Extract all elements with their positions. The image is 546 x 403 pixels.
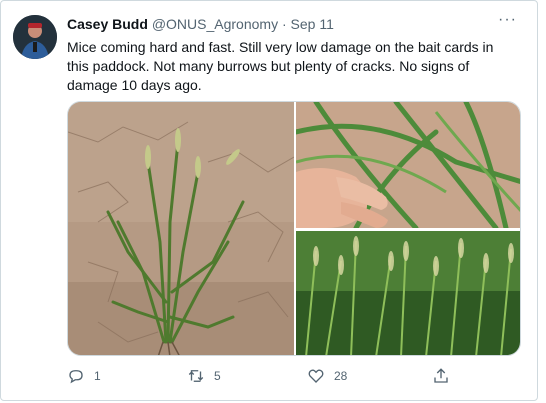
reply-count: 1 [94, 369, 101, 383]
photo-wheat-plant[interactable] [68, 102, 294, 355]
photo-hand-stem[interactable] [296, 102, 520, 228]
tweet-header: Casey Budd @ONUS_Agronomy · Sep 11 [67, 16, 334, 32]
reply-button[interactable]: 1 [67, 367, 101, 385]
author-handle[interactable]: @ONUS_Agronomy [152, 16, 278, 32]
more-icon[interactable]: ··· [498, 11, 517, 29]
heart-icon [307, 367, 325, 385]
like-button[interactable]: 28 [307, 367, 347, 385]
tweet-media[interactable] [67, 101, 521, 356]
retweet-button[interactable]: 5 [187, 367, 221, 385]
separator-dot: · [281, 16, 287, 32]
author-name[interactable]: Casey Budd [67, 16, 148, 32]
avatar[interactable] [13, 15, 57, 59]
share-button[interactable] [432, 367, 450, 385]
tweet-actions: 1 5 28 [67, 367, 487, 389]
share-icon [432, 367, 450, 385]
tweet-date[interactable]: Sep 11 [291, 16, 334, 32]
tweet-card[interactable]: Casey Budd @ONUS_Agronomy · Sep 11 ··· M… [0, 0, 538, 401]
tweet-text: Mice coming hard and fast. Still very lo… [67, 39, 494, 93]
like-count: 28 [334, 369, 348, 383]
retweet-count: 5 [214, 369, 221, 383]
photo-crop-field[interactable] [296, 231, 520, 355]
retweet-icon [187, 367, 205, 385]
reply-icon [67, 367, 85, 385]
